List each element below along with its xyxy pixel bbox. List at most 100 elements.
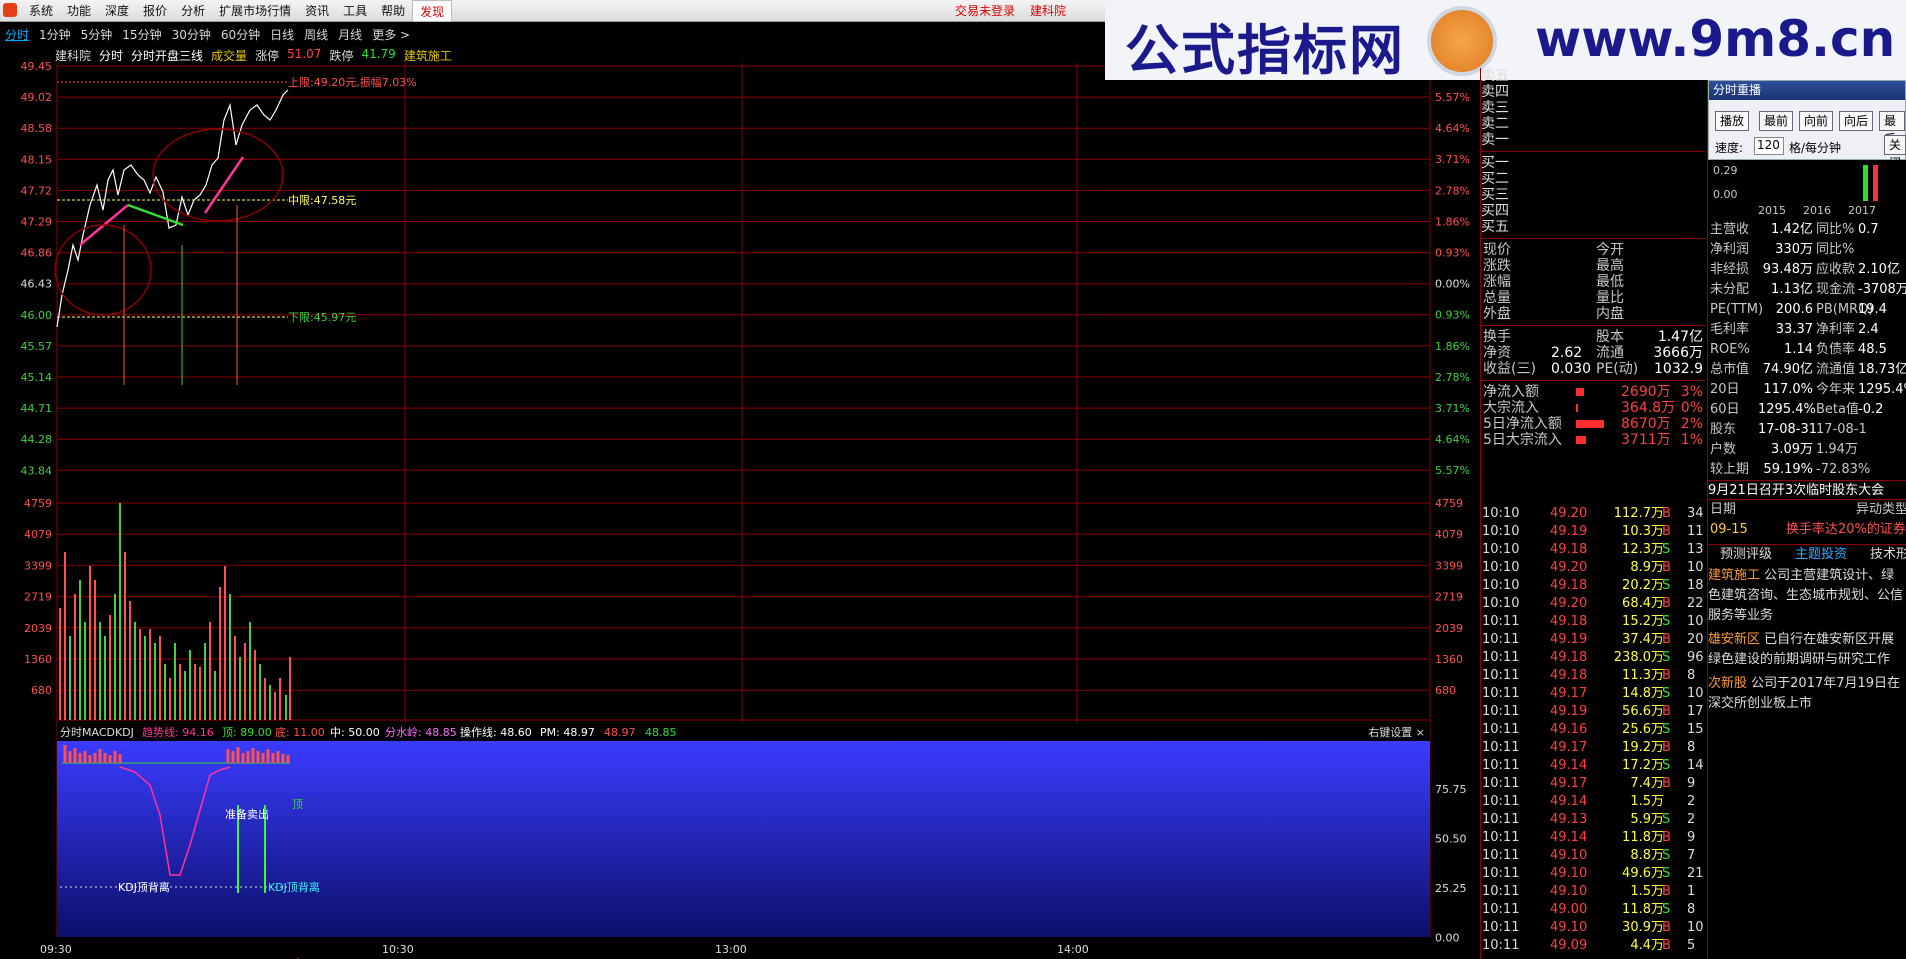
tab-more[interactable]: 更多 > [367, 26, 415, 43]
financial-row: 较上期 59.19% -72.83% [1710, 462, 1871, 477]
tick-row: 10:10 49.20 68.4万 B 22 [1482, 596, 1704, 611]
pct-tick: 1.86% [1435, 340, 1470, 353]
tick-row: 10:11 49.18 11.3万 B 8 [1482, 668, 1696, 683]
fundamental-row: 收益(三) 0.030 PE(动) 1032.9 [1483, 361, 1703, 377]
tick-row: 10:11 49.18 15.2万 S 10 [1482, 614, 1704, 629]
indicator-header-item: 操作线: 48.60 [460, 725, 532, 739]
tick-row: 10:11 49.14 1.5万 2 [1482, 794, 1696, 809]
tick-row: 10:11 49.18 238.0万 S 96 [1482, 650, 1704, 665]
indicator-header-item: PM: 48.97 [540, 726, 595, 739]
tab-daily[interactable]: 日线 [265, 26, 299, 43]
pct-tick: 3.71% [1435, 402, 1470, 415]
replay-last-button[interactable]: 最后 [1879, 111, 1905, 146]
menu-discover[interactable]: 发现 [412, 0, 453, 22]
replay-close-button[interactable]: 关闭 [1884, 135, 1906, 170]
watermark-url: www.9m8.cn [1535, 10, 1896, 68]
order-buy-row: 买一 [1481, 155, 1509, 171]
fundamental-grid: 换手 股本 1.47亿 净资 2.62 流通 3666万 收益(三) 0.030 PE(动) 103… [1481, 329, 1705, 377]
indicator-header-item: 趋势线: 94.16 [142, 725, 214, 739]
indicator-panel-bg [57, 741, 1430, 937]
replay-prev-button[interactable]: 向前 [1799, 111, 1834, 131]
watermark-logo-icon [1427, 6, 1497, 76]
tick-row: 10:10 49.18 12.3万 S 13 [1482, 542, 1704, 557]
tick-row: 10:10 49.19 10.3万 B 11 [1482, 524, 1704, 539]
tick-list[interactable]: 10:10 49.20 112.7万 B 34 10:10 49.19 10.3万 B 11 10:… [1482, 505, 1707, 955]
tab-30min[interactable]: 30分钟 [167, 26, 216, 43]
price-tick: 48.15 [21, 153, 53, 166]
pct-tick: 2.78% [1435, 371, 1470, 384]
watermark-text: 公式指标网 [1125, 19, 1405, 82]
menu-function[interactable]: 功能 [60, 0, 98, 22]
replay-speed-input[interactable]: 120 [1754, 137, 1784, 155]
tick-row: 10:10 49.20 112.7万 B 34 [1482, 506, 1704, 521]
pct-tick: 4.64% [1435, 433, 1470, 446]
tab-monthly[interactable]: 月线 [333, 26, 367, 43]
indicator-header-item: 中: 50.00 [330, 726, 380, 739]
trade-login-status[interactable]: 交易未登录 [955, 0, 1015, 22]
menu-extended-market[interactable]: 扩展市场行情 [212, 0, 298, 22]
pct-tick: 5.57% [1435, 464, 1470, 477]
menu-quote[interactable]: 报价 [136, 0, 174, 22]
tab-5min[interactable]: 5分钟 [76, 26, 118, 43]
tick-row: 10:11 49.14 17.2万 S 14 [1482, 758, 1704, 773]
pct-tick: 0.93% [1435, 309, 1470, 322]
replay-first-button[interactable]: 最前 [1759, 111, 1794, 131]
price-tick: 46.00 [21, 309, 53, 322]
replay-play-button[interactable]: 播放 [1715, 111, 1750, 131]
indicator-header-item: 分时MACDKDJ [60, 726, 134, 739]
price-tick: 47.29 [21, 216, 53, 229]
financial-row: 20日117.0%今年来1295.4% [1710, 382, 1906, 397]
tab-1min[interactable]: 1分钟 [34, 26, 76, 43]
side-info-panel: 分时重播 播放 最前 向前 向后 最后 速度: 120 格/每分钟 关闭 0.2… [1707, 80, 1906, 959]
pct-tick: 5.57% [1435, 91, 1470, 104]
money-flow-row: 净流入额 2690万 3% [1483, 384, 1703, 400]
price-tick: 45.14 [21, 371, 53, 384]
pct-tick: 4.64% [1435, 122, 1470, 135]
intraday-chart[interactable]: 49.45 49.02 48.58 48.15 47.72 47.29 46.86 46.43… [0, 45, 1480, 959]
replay-next-button[interactable]: 向后 [1839, 111, 1874, 131]
menu-help[interactable]: 帮助 [374, 0, 412, 22]
order-sell-row: 卖一 [1481, 132, 1509, 148]
financial-table: 主营收 1.42亿 同比% 0.7 净利润 330万 同比% 非经损 93.48万 应收款 2.10… [1708, 220, 1906, 480]
tick-row: 10:11 49.00 11.8万 S 8 [1482, 902, 1696, 917]
tab-60min[interactable]: 60分钟 [216, 26, 265, 43]
tab-15min[interactable]: 15分钟 [117, 26, 166, 43]
financial-row: 总市值 74.90亿 流通值 18.73亿 [1710, 362, 1906, 377]
quote-row: 现价 今开 [1483, 242, 1624, 258]
quote-row: 总量 量比 [1483, 290, 1624, 306]
menu-depth[interactable]: 深度 [98, 0, 136, 22]
menu-news[interactable]: 资讯 [298, 0, 336, 22]
financial-row: 未分配 1.13亿 现金流 -3708万 [1710, 282, 1906, 297]
menu-system[interactable]: 系统 [22, 0, 60, 22]
price-tick: 49.45 [21, 60, 53, 73]
financial-row: 户数 3.09万 1.94万 [1710, 442, 1858, 457]
indicator-top-label: 顶 [292, 798, 303, 811]
quote-row: 外盘 内盘 [1483, 306, 1624, 322]
financial-row: 毛利率 33.37 净利率 2.4 [1710, 322, 1879, 337]
volume-tick: 1360 [24, 653, 52, 666]
order-book: 卖五 卖四 卖三 卖二 卖一 买一 买二 买三 买四 买五 [1481, 68, 1705, 235]
price-tick: 46.86 [21, 247, 53, 260]
tick-row: 10:11 49.10 8.8万 S 7 [1482, 848, 1696, 863]
menu-analysis[interactable]: 分析 [174, 0, 212, 22]
volume-tick: 3399 [1435, 559, 1463, 572]
tick-row: 10:11 49.17 7.4万 B 9 [1482, 776, 1696, 791]
volume-bars [59, 503, 291, 720]
volume-tick: 4759 [24, 497, 52, 510]
money-flow-row: 大宗流入 364.8万 0% [1483, 400, 1703, 416]
tab-intraday[interactable]: 分时 [0, 26, 34, 43]
menu-tools[interactable]: 工具 [336, 0, 374, 22]
replay-speed-label: 速度: [1715, 141, 1744, 155]
financial-row: PE(TTM) 200.6 PB(MRQ) 19.4 [1710, 302, 1887, 317]
mid-limit-label: 中限:47.58元 [288, 194, 356, 207]
order-sell-row: 卖三 [1481, 100, 1509, 116]
order-buy-row: 买二 [1481, 171, 1509, 187]
volume-tick: 2039 [24, 622, 52, 635]
time-tick: 10:30 [382, 943, 414, 956]
signal-kdj-divergence: KDJ顶背离 [118, 880, 170, 894]
tab-weekly[interactable]: 周线 [299, 26, 333, 43]
indicator-tick: 50.50 [1435, 833, 1467, 846]
price-tick: 47.72 [21, 184, 53, 197]
news-panel: 9月21日召开3次临时股东大会 日期 异动类型 09-15 换手率达20%的证券 预测评级… [1708, 480, 1906, 716]
financial-row: 股东 17-08-31 17-08-1 [1710, 422, 1867, 437]
